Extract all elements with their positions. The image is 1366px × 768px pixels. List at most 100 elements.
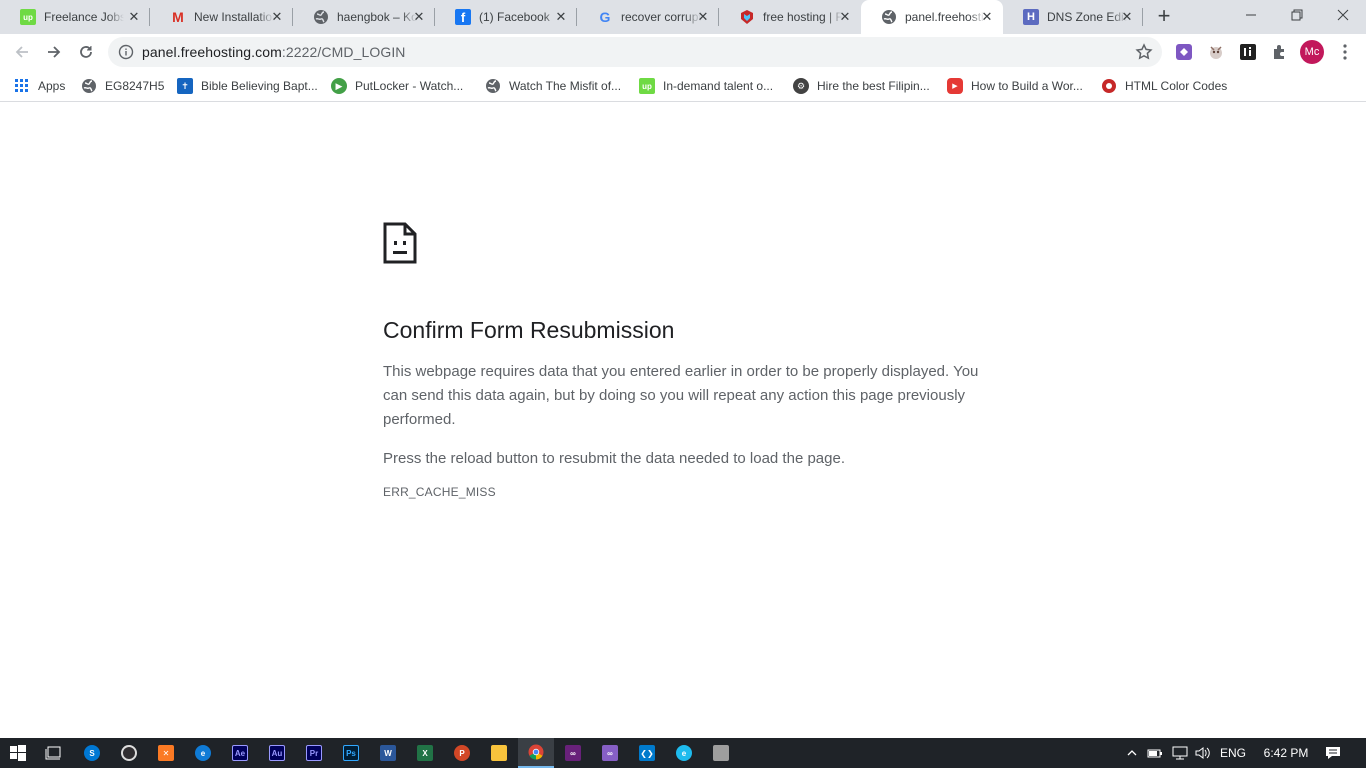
tab-title: Freelance Jobs — [44, 10, 124, 24]
restore-button[interactable] — [1274, 0, 1320, 30]
start-icon — [10, 745, 26, 761]
error-code: ERR_CACHE_MISS — [383, 485, 496, 499]
close-icon[interactable]: ✕ — [411, 9, 427, 25]
edge-icon: e — [195, 745, 211, 761]
reload-button[interactable] — [72, 38, 100, 66]
start-button[interactable] — [0, 738, 36, 768]
new-tab-button[interactable]: + — [1152, 5, 1176, 29]
tab-free-hosting[interactable]: free hosting | Free ✕ — [719, 0, 861, 34]
clock[interactable]: 6:42 PM — [1254, 738, 1318, 768]
taskbar-vscode[interactable]: ❮❯ — [629, 738, 665, 768]
back-button[interactable] — [8, 38, 36, 66]
bookmark-how-to-build[interactable]: ▶ How to Build a Wor... — [947, 75, 1083, 97]
taskbar-visual-studio[interactable]: ∞ — [555, 738, 591, 768]
bookmark-label: Hire the best Filipin... — [817, 79, 930, 93]
taskbar-after-effects[interactable]: Ae — [222, 738, 258, 768]
apps-grid-icon — [14, 78, 30, 94]
error-page: Confirm Form Resubmission This webpage r… — [383, 222, 983, 499]
close-window-button[interactable] — [1320, 0, 1366, 30]
taskbar-powerpoint[interactable]: P — [444, 738, 480, 768]
info-icon[interactable] — [118, 44, 134, 60]
bookmark-bible-believing[interactable]: ✝ Bible Believing Bapt... — [177, 75, 318, 97]
forward-arrow-icon — [48, 46, 61, 58]
forward-button[interactable] — [40, 38, 68, 66]
extension-mascot-icon[interactable] — [1206, 42, 1226, 62]
extensions-puzzle-icon[interactable] — [1270, 42, 1290, 62]
url-text[interactable]: panel.freehosting.com:2222/CMD_LOGIN — [142, 44, 406, 60]
tab-title: New Installation — [194, 10, 274, 24]
volume-icon[interactable] — [1194, 738, 1212, 768]
minimize-button[interactable] — [1228, 0, 1274, 30]
youtube-icon: ▶ — [947, 78, 963, 94]
close-icon[interactable]: ✕ — [269, 9, 285, 25]
bookmark-putlocker[interactable]: ▶ PutLocker - Watch... — [331, 75, 463, 97]
taskbar-remote-desktop[interactable] — [703, 738, 739, 768]
tab-google-search[interactable]: G recover corrupted ✕ — [577, 0, 719, 34]
windows-taskbar: S ✕ e Ae Au Pr Ps W X P ∞ ∞ ❮❯ e ENG 6:4… — [0, 738, 1366, 768]
language-indicator[interactable]: ENG — [1218, 738, 1248, 768]
audition-icon: Au — [269, 745, 285, 761]
network-icon[interactable] — [1171, 738, 1189, 768]
bookmark-label: In-demand talent o... — [663, 79, 774, 93]
taskbar-premiere[interactable]: Pr — [296, 738, 332, 768]
tab-dns-zone-editor[interactable]: H DNS Zone Editor ✕ — [1003, 0, 1143, 34]
task-view-button[interactable] — [36, 738, 72, 768]
taskbar-word[interactable]: W — [370, 738, 406, 768]
taskbar-audition[interactable]: Au — [259, 738, 295, 768]
url-path: :2222/CMD_LOGIN — [281, 44, 406, 60]
tab-title: DNS Zone Editor — [1047, 10, 1127, 24]
taskbar-skype[interactable]: S — [74, 738, 110, 768]
globe-icon — [313, 9, 329, 25]
bookmark-hire-filipino[interactable]: ⚙ Hire the best Filipin... — [793, 75, 930, 97]
obs-icon — [121, 745, 137, 761]
taskbar-excel[interactable]: X — [407, 738, 443, 768]
taskbar-visual-studio-2[interactable]: ∞ — [592, 738, 628, 768]
taskbar-edge[interactable]: e — [185, 738, 221, 768]
profile-avatar[interactable]: Mc — [1300, 40, 1324, 64]
bookmark-label: How to Build a Wor... — [971, 79, 1083, 93]
close-icon[interactable]: ✕ — [1119, 9, 1135, 25]
close-icon[interactable]: ✕ — [837, 9, 853, 25]
upwork-icon: up — [20, 9, 36, 25]
taskbar-chrome[interactable] — [518, 738, 554, 768]
freehosting-icon — [739, 9, 755, 25]
taskbar-file-explorer[interactable] — [481, 738, 517, 768]
close-icon[interactable]: ✕ — [126, 9, 142, 25]
bookmark-in-demand-talent[interactable]: up In-demand talent o... — [639, 75, 773, 97]
chrome-menu-icon[interactable] — [1335, 42, 1355, 62]
bookmark-watch-misfit[interactable]: Watch The Misfit of... — [485, 75, 621, 97]
tray-chevron-icon[interactable] — [1124, 738, 1140, 768]
extension-purple-icon[interactable] — [1174, 42, 1194, 62]
address-bar[interactable]: panel.freehosting.com:2222/CMD_LOGIN — [108, 37, 1162, 67]
bookmark-html-color-codes[interactable]: HTML Color Codes — [1101, 75, 1227, 97]
tab-gmail[interactable]: M New Installation ✕ — [150, 0, 293, 34]
close-icon[interactable]: ✕ — [695, 9, 711, 25]
browser-toolbar: panel.freehosting.com:2222/CMD_LOGIN Mc — [0, 34, 1366, 70]
extension-li-icon[interactable] — [1238, 42, 1258, 62]
bookmark-apps[interactable]: Apps — [14, 75, 65, 97]
tab-panel-freehosting[interactable]: panel.freehosting ✕ — [861, 0, 1003, 34]
premiere-icon: Pr — [306, 745, 322, 761]
close-icon[interactable]: ✕ — [979, 9, 995, 25]
taskbar-ie[interactable]: e — [666, 738, 702, 768]
error-message: This webpage requires data that you ente… — [383, 363, 979, 428]
after-effects-icon: Ae — [232, 745, 248, 761]
taskbar-obs[interactable] — [111, 738, 147, 768]
close-icon — [1337, 9, 1349, 21]
chrome-icon — [528, 744, 544, 760]
bookmark-eg8247h5[interactable]: EG8247H5 — [81, 75, 164, 97]
tab-facebook[interactable]: f (1) Facebook ✕ — [435, 0, 577, 34]
vscode-icon: ❮❯ — [639, 745, 655, 761]
taskbar-photoshop[interactable]: Ps — [333, 738, 369, 768]
notification-center-icon[interactable] — [1322, 738, 1344, 768]
tab-title: haengbok – Korean — [337, 10, 417, 24]
bookmark-star-icon[interactable] — [1134, 42, 1154, 62]
photoshop-icon: Ps — [343, 745, 359, 761]
tab-freelance-jobs[interactable]: up Freelance Jobs ✕ — [0, 0, 150, 34]
url-host: panel.freehosting.com — [142, 44, 282, 60]
error-title: Confirm Form Resubmission — [383, 317, 675, 343]
tab-haengbok[interactable]: haengbok – Korean ✕ — [293, 0, 435, 34]
battery-icon[interactable] — [1146, 738, 1164, 768]
close-icon[interactable]: ✕ — [553, 9, 569, 25]
taskbar-xampp[interactable]: ✕ — [148, 738, 184, 768]
